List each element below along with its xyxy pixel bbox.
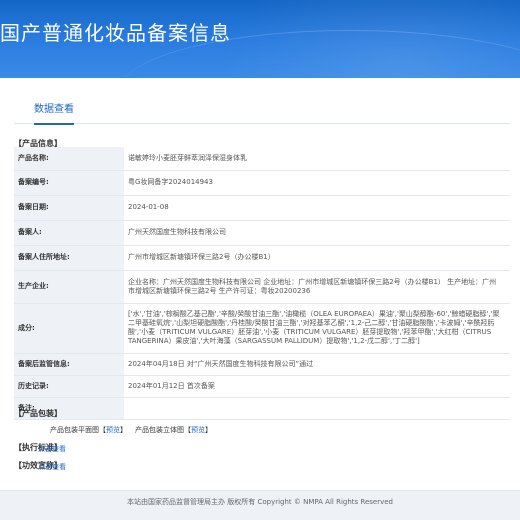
site-header: 国产普通化妆品备案信息 bbox=[0, 0, 520, 78]
packaging-item: 产品包装立体图【预览】 bbox=[135, 426, 212, 434]
row-label: 备案日期: bbox=[14, 195, 124, 221]
row-label: 历史记录: bbox=[14, 375, 124, 398]
packaging-item-label: 产品包装平面图 bbox=[50, 426, 99, 434]
tab-data-view[interactable]: 数据查看 bbox=[34, 100, 74, 125]
standard-view-link[interactable]: 点击查看 bbox=[38, 444, 66, 454]
row-value bbox=[124, 397, 510, 420]
table-row: 备案后监管信息: 2024年04月18日 对“广州天然国度生物科技有限公司”通过 bbox=[14, 353, 510, 376]
efficacy-view-link[interactable]: 点击查看 bbox=[38, 462, 66, 472]
table-row: 生产企业: 企业名称：广州天然国度生物科技有限公司 企业地址：广州市增城区新塘镇… bbox=[14, 270, 510, 304]
preview-link[interactable]: 预览 bbox=[191, 426, 205, 434]
packaging-section-title: 【产品包装】 bbox=[14, 409, 62, 418]
site-footer: 本站由国家药品监督管理局主办 版权所有 Copyright © NMPA All… bbox=[0, 490, 520, 520]
table-row: 成分: ['水','甘油','棕榈酸乙基己酯','辛酸/癸酸甘油三酯','油橄榄… bbox=[14, 303, 510, 354]
row-label: 备案人住所地址: bbox=[14, 245, 124, 271]
row-value: 2024年04月18日 对“广州天然国度生物科技有限公司”通过 bbox=[124, 353, 510, 376]
row-value: 2024-01-08 bbox=[124, 195, 510, 221]
row-label: 备案后监管信息: bbox=[14, 353, 124, 376]
table-row: 历史记录: 2024年01月12日 首次备案 bbox=[14, 375, 510, 398]
table-row: 备案日期: 2024-01-08 bbox=[14, 195, 510, 221]
table-row: 备案人住所地址: 广州市增城区新塘镇环保三路2号（办公楼B1） bbox=[14, 245, 510, 271]
footer-copyright: 本站由国家药品监督管理局主办 版权所有 Copyright © NMPA All… bbox=[127, 498, 393, 506]
product-info-table: 产品名称: 诺敏婷玲小麦胚芽鲜萃润泽保湿身体乳 备案编号: 粤G妆网备字2024… bbox=[14, 147, 510, 420]
row-label: 成分: bbox=[14, 303, 124, 354]
row-value: 粤G妆网备字2024014943 bbox=[124, 170, 510, 196]
row-value: 2024年01月12日 首次备案 bbox=[124, 375, 510, 398]
row-value: 广州天然国度生物科技有限公司 bbox=[124, 220, 510, 246]
tab-bar: 数据查看 bbox=[14, 92, 510, 125]
preview-link[interactable]: 预览 bbox=[106, 426, 120, 434]
table-row: 产品名称: 诺敏婷玲小麦胚芽鲜萃润泽保湿身体乳 bbox=[14, 147, 510, 171]
table-row: 备案人: 广州天然国度生物科技有限公司 bbox=[14, 220, 510, 246]
row-value: 广州市增城区新塘镇环保三路2号（办公楼B1） bbox=[124, 245, 510, 271]
row-label: 备案人: bbox=[14, 220, 124, 246]
row-value: 企业名称：广州天然国度生物科技有限公司 企业地址：广州市增城区新塘镇环保三路2号… bbox=[124, 270, 510, 304]
packaging-item: 产品包装平面图【预览】 bbox=[50, 426, 127, 434]
row-label: 产品名称: bbox=[14, 147, 124, 171]
packaging-item-label: 产品包装立体图 bbox=[135, 426, 184, 434]
row-value: ['水','甘油','棕榈酸乙基己酯','辛酸/癸酸甘油三酯','油橄榄（OLE… bbox=[124, 303, 510, 354]
table-row: 备注: bbox=[14, 397, 510, 420]
row-label: 生产企业: bbox=[14, 270, 124, 304]
table-row: 备案编号: 粤G妆网备字2024014943 bbox=[14, 170, 510, 196]
row-label: 备案编号: bbox=[14, 170, 124, 196]
page-title: 国产普通化妆品备案信息 bbox=[0, 21, 231, 45]
row-value: 诺敏婷玲小麦胚芽鲜萃润泽保湿身体乳 bbox=[124, 147, 510, 171]
